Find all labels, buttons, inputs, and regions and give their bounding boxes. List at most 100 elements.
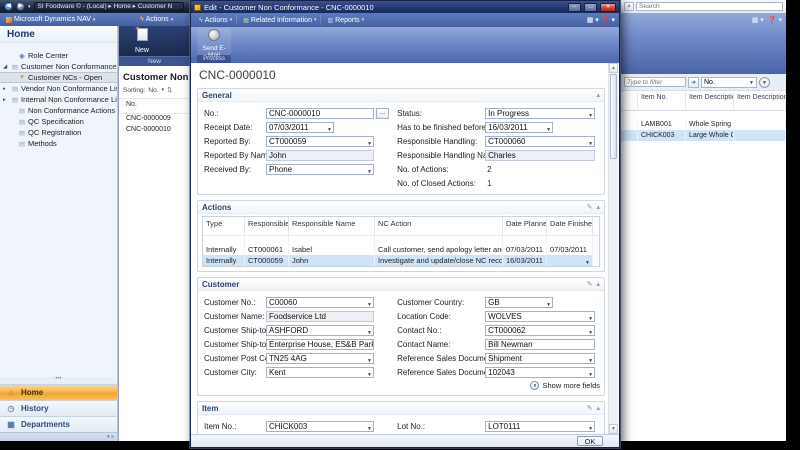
nav-history-caret-icon[interactable]: ▾ <box>28 4 31 10</box>
customer-city-field[interactable]: Kent▼ <box>266 367 374 378</box>
edit-pencil-icon[interactable]: ✎ <box>587 280 593 288</box>
expander-closed-icon[interactable]: ▸ <box>3 86 9 92</box>
sidebar-item-non-conformance-actions[interactable]: ▤Non Conformance Actions <box>0 105 117 116</box>
favorites-icon[interactable]: ✦ <box>624 2 634 11</box>
item-column-selector[interactable] <box>621 91 638 110</box>
grid-column-date-finished[interactable]: Date Finished <box>547 217 593 235</box>
help-icon[interactable]: ❓ ▾ <box>601 16 615 24</box>
no-field[interactable]: CNC-0000010 <box>266 108 374 119</box>
dialog-titlebar[interactable]: Edit - Customer Non Conformance - CNC-00… <box>191 1 619 13</box>
contact-name-field[interactable]: Bill Newman <box>485 339 595 350</box>
dropdown-caret-icon[interactable]: ▼ <box>588 314 593 322</box>
expand-filter-icon[interactable]: ▼ <box>759 77 770 88</box>
dynamics-nav-menu[interactable]: Microsoft Dynamics NAV ▾ <box>2 13 99 26</box>
back-icon[interactable]: ◀ <box>4 2 13 11</box>
scroll-down-icon[interactable]: ▼ <box>609 424 618 434</box>
responsible-handling-field[interactable]: CT000060▼ <box>485 136 595 147</box>
sidebar-item-customer-non-conformance-list[interactable]: ◢▤Customer Non Conformance List <box>0 61 117 72</box>
filter-field-combo[interactable]: No. ▼ <box>701 77 757 88</box>
dropdown-caret-icon[interactable]: ▼ <box>588 424 593 432</box>
collapse-icon[interactable]: ▴ <box>596 203 600 211</box>
edit-pencil-icon[interactable]: ✎ <box>587 203 593 211</box>
item-table-row[interactable]: CHICK003Large Whole Chi... <box>621 130 786 141</box>
expander-open-icon[interactable]: ◢ <box>3 64 9 70</box>
sorting-caret-icon[interactable]: ▾ <box>162 87 165 93</box>
sidebar-item-customer-ncs-open[interactable]: ▼Customer NCs - Open <box>0 72 117 83</box>
customer-no-field[interactable]: C00060▼ <box>266 297 374 308</box>
related-information-menu[interactable]: ▦ Related Information▾ <box>239 15 321 25</box>
item-column-item-no[interactable]: Item No. <box>638 91 686 110</box>
has-to-be-finished-before-field[interactable]: 16/03/2011▼ <box>485 122 553 133</box>
sidebar-item-qc-registration[interactable]: ▤QC Registration <box>0 127 117 138</box>
forward-icon[interactable]: ▶ <box>16 2 25 11</box>
section-header-customer[interactable]: Customer✎▴ <box>198 278 604 291</box>
dropdown-caret-icon[interactable]: ▼ <box>367 139 372 147</box>
dropdown-caret-icon[interactable]: ▼ <box>546 300 551 308</box>
grid-column-responsible[interactable]: Responsible <box>245 217 289 235</box>
send-email-button[interactable]: Send E-Mail <box>197 28 231 55</box>
scroll-up-icon[interactable]: ▲ <box>609 63 618 73</box>
dropdown-caret-icon[interactable]: ▼ <box>327 125 332 133</box>
grid-row[interactable]: InternallyCT000061IsabelCall customer, s… <box>203 244 599 255</box>
filter-input[interactable] <box>624 77 686 87</box>
dropdown-caret-icon[interactable]: ▼ <box>367 300 372 308</box>
dialog-actions-menu[interactable]: ϟ Actions▾ <box>195 15 237 25</box>
collapse-icon[interactable]: ▴ <box>596 404 600 412</box>
item-column-item-description[interactable]: Item Description <box>686 91 734 110</box>
dropdown-caret-icon[interactable]: ▼ <box>367 424 372 432</box>
customize-icon[interactable]: ▦ ▾ <box>587 16 599 24</box>
customer-ship-to-code-field[interactable]: ASHFORD▼ <box>266 325 374 336</box>
edit-pencil-icon[interactable]: ✎ <box>587 404 593 412</box>
grid-column-date-planned[interactable]: Date Planned <box>503 217 547 235</box>
cnc-column-header[interactable]: No. <box>119 98 190 114</box>
breadcrumb[interactable]: SI Foodware © - (Local) ▸ Home ▸ Custome… <box>34 2 184 11</box>
nav-button-home[interactable]: ⌂Home <box>0 384 117 400</box>
status-field[interactable]: In Progress▼ <box>485 108 595 119</box>
apply-filter-icon[interactable]: ➜ <box>688 77 699 88</box>
section-header-general[interactable]: General▴ <box>198 89 604 102</box>
new-button[interactable]: New <box>127 28 157 54</box>
reference-sales-document-no-field[interactable]: 102043▼ <box>485 367 595 378</box>
nav-button-history[interactable]: ◷History <box>0 400 117 416</box>
grid-row[interactable]: InternallyCT000059JohnInvestigate and up… <box>203 255 599 266</box>
sidebar-item-qc-specification[interactable]: ▤QC Specification <box>0 116 117 127</box>
close-button[interactable]: ✕ <box>600 3 616 12</box>
customer-post-code-field[interactable]: TN25 4AG▼ <box>266 353 374 364</box>
show-more-fields-link[interactable]: ▼Show more fields <box>397 379 600 391</box>
sidebar-item-vendor-non-conformance-list[interactable]: ▸▤Vendor Non Conformance List <box>0 83 117 94</box>
receipt-date-field[interactable]: 07/03/2011▼ <box>266 122 334 133</box>
lookup-ellipsis-button[interactable]: ... <box>376 108 389 119</box>
layout-icon[interactable]: ▦ ▾ <box>752 16 764 24</box>
nav-button-departments[interactable]: ▦Departments <box>0 416 117 432</box>
item-column-item-description-2[interactable]: Item Description 2 <box>734 91 786 110</box>
list-actions-menu[interactable]: ϟ Actions ▾ <box>136 13 177 26</box>
dropdown-caret-icon[interactable]: ▼ <box>367 370 372 378</box>
dropdown-caret-icon[interactable]: ▼ <box>588 370 593 378</box>
ok-button[interactable]: OK <box>577 436 603 446</box>
reports-menu[interactable]: ▥ Reports▾ <box>323 15 368 25</box>
help-icon[interactable]: ❓ ▾ <box>768 16 782 24</box>
sidebar-item-role-center[interactable]: ◉Role Center <box>0 50 117 61</box>
sidebar-item-methods[interactable]: ▤Methods <box>0 138 117 149</box>
pane-splitter-handle[interactable]: ••• <box>0 377 117 384</box>
dropdown-caret-icon[interactable]: ▼ <box>588 328 593 336</box>
maximize-button[interactable]: □ <box>584 3 597 12</box>
dropdown-caret-icon[interactable]: ▼ <box>367 167 372 175</box>
search-input[interactable] <box>636 2 783 11</box>
dropdown-caret-icon[interactable]: ▼ <box>585 258 590 266</box>
grid-column-type[interactable]: Type <box>203 217 245 235</box>
reference-sales-document-type-field[interactable]: Shipment▼ <box>485 353 595 364</box>
scrollbar-thumb[interactable] <box>610 74 617 159</box>
lot-no-field[interactable]: LOT0111▼ <box>485 421 595 432</box>
dropdown-caret-icon[interactable]: ▼ <box>588 139 593 147</box>
dropdown-caret-icon[interactable]: ▼ <box>367 328 372 336</box>
sidebar-item-internal-non-conformance-list[interactable]: ▸▤Internal Non Conformance List <box>0 94 117 105</box>
sorting-field[interactable]: No. <box>148 87 158 94</box>
configure-buttons-strip[interactable]: ▾ ≡ <box>0 432 117 441</box>
contact-no-field[interactable]: CT000062▼ <box>485 325 595 336</box>
item-table-row[interactable]: LAMB001Whole Spring La... <box>621 119 786 130</box>
section-header-actions[interactable]: Actions✎▴ <box>198 201 604 214</box>
dropdown-caret-icon[interactable]: ▼ <box>546 125 551 133</box>
item-no-field[interactable]: CHICK003▼ <box>266 421 374 432</box>
grid-column-nc-action[interactable]: NC Action <box>375 217 503 235</box>
